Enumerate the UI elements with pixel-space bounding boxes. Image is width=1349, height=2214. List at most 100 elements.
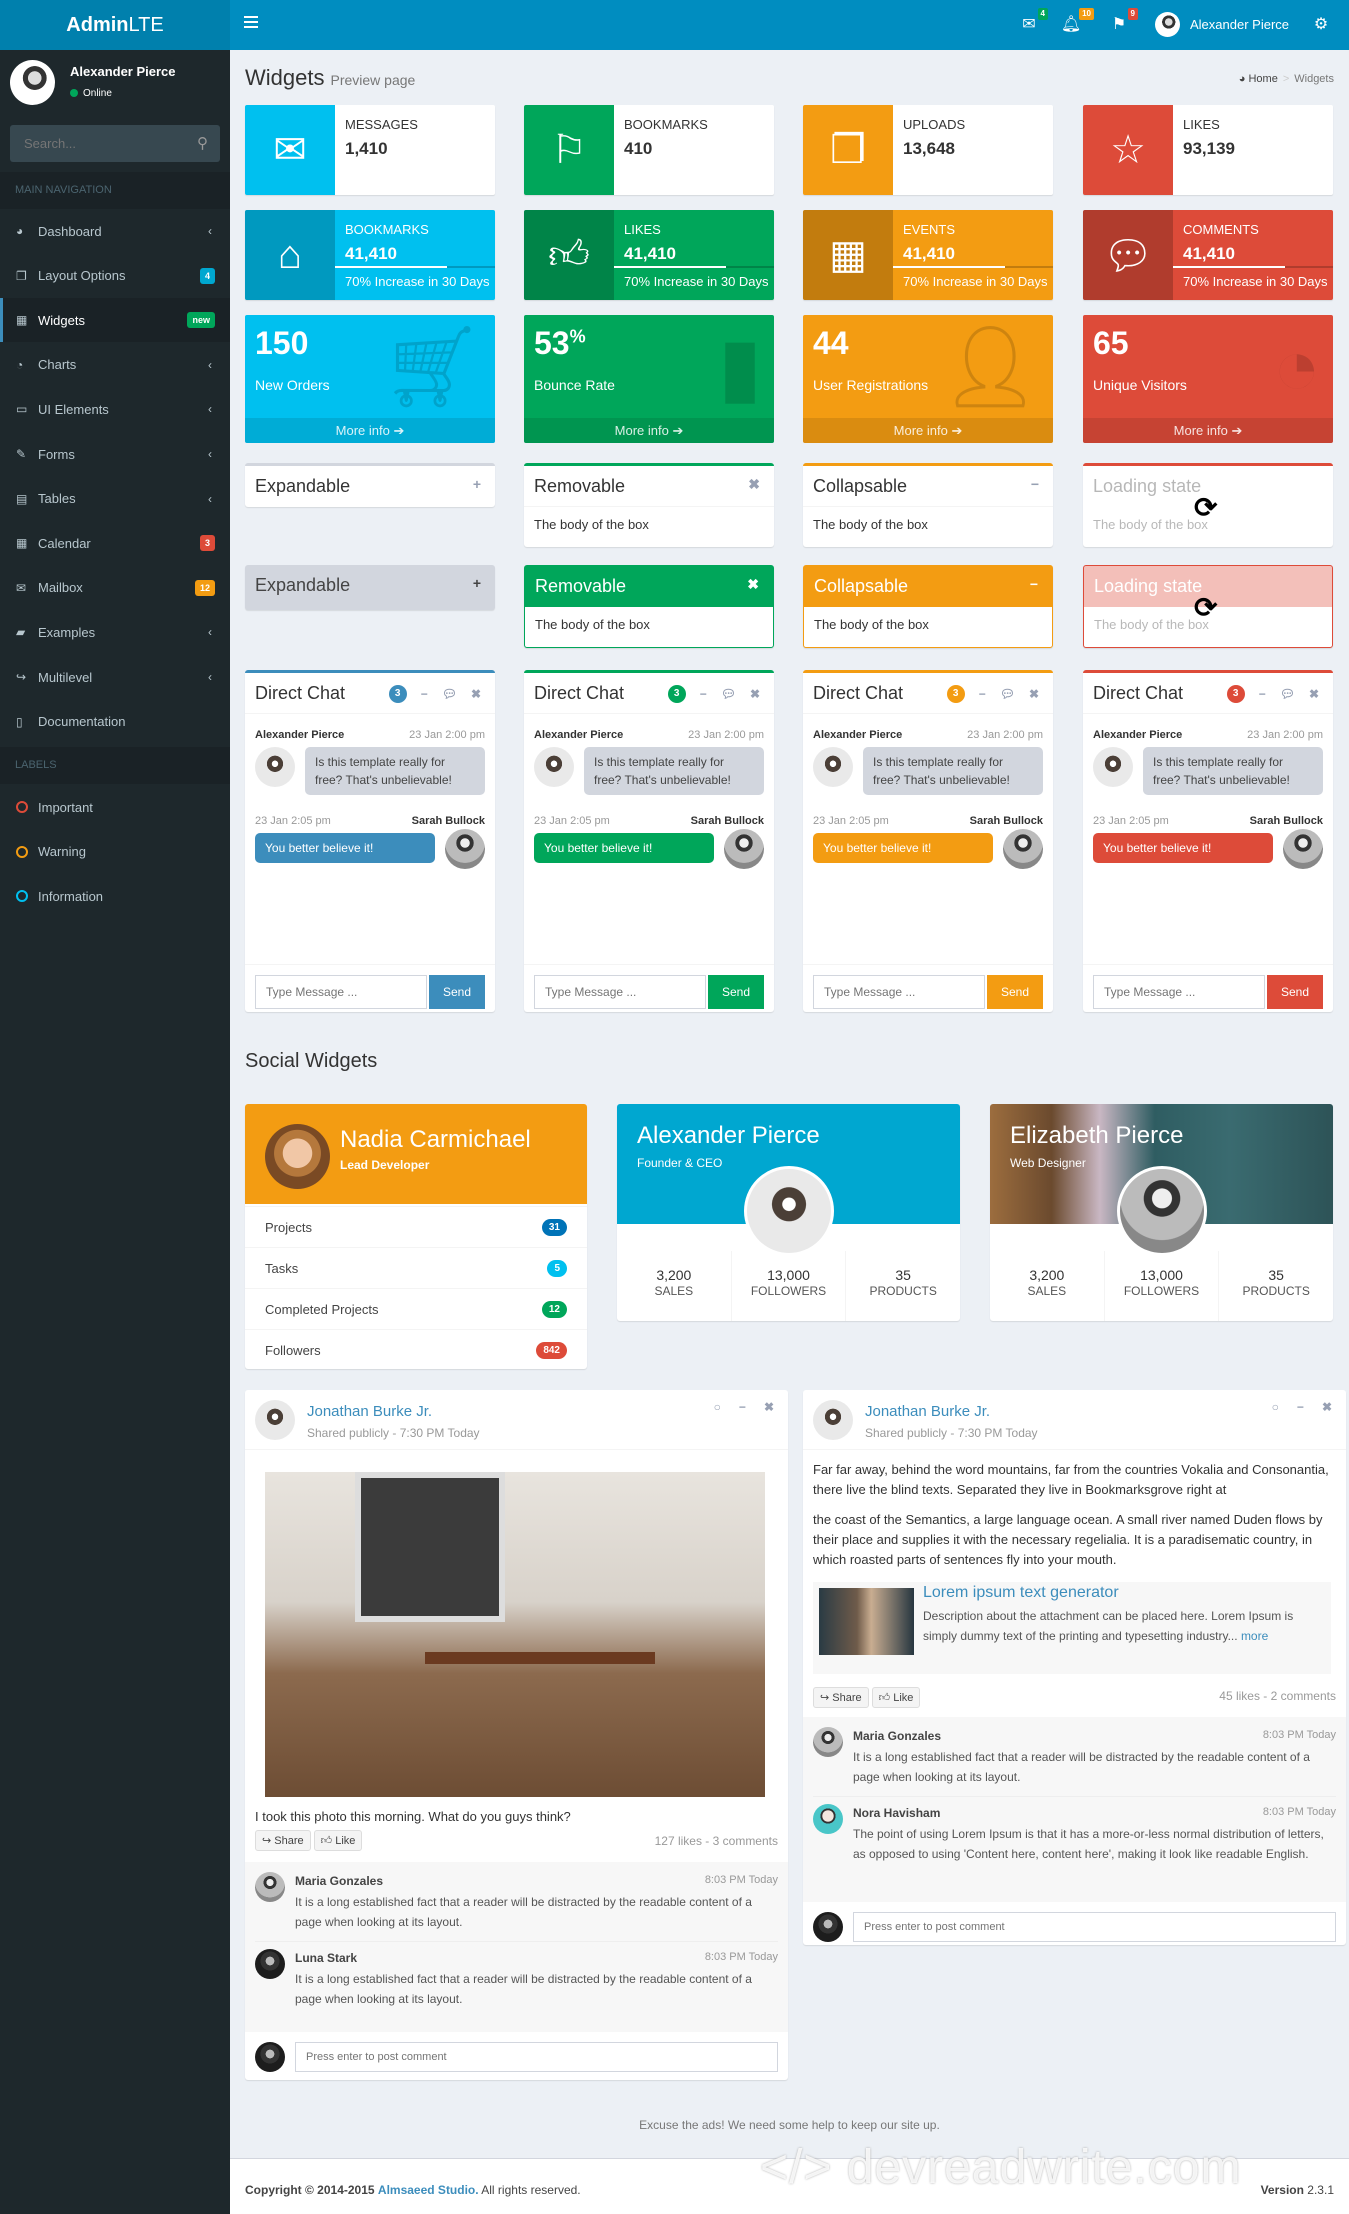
chat-message-right: 23 Jan 2:05 pm Sarah Bullock You better be… [1093,815,1323,869]
sidebar-item-layout-options[interactable]: ❐ Layout Options 4 [0,254,230,298]
sidebar-item-tables[interactable]: ▤ Tables ‹ [0,477,230,521]
user-menu[interactable]: Alexander Pierce [1155,12,1289,37]
mark-read-icon[interactable]: ○ [1272,1400,1279,1414]
comment-input[interactable] [853,1912,1336,1942]
close-icon[interactable]: ✖ [471,687,481,701]
tasks-menu[interactable]: ⚑ 9 [1108,8,1138,34]
plus-icon[interactable]: + [473,575,481,591]
window-shape [355,1472,505,1622]
close-icon[interactable]: ✖ [747,576,759,593]
message-time: 23 Jan 2:00 pm [967,729,1043,741]
mark-read-icon[interactable]: ○ [714,1400,721,1414]
send-button[interactable]: Send [987,975,1043,1009]
stat-label: Followers [265,1342,321,1358]
close-icon[interactable]: ✖ [748,476,760,493]
more-info-link[interactable]: More info ➔ [1083,418,1333,443]
comment-author: Maria Gonzales [295,1874,384,1888]
sidebar-item-charts[interactable]: ◔ Charts ‹ [0,343,230,387]
sidebar-item-multilevel[interactable]: ↪ Multilevel ‹ [0,655,230,699]
sidebar-item-ui-elements[interactable]: ▭ UI Elements ‹ [0,387,230,431]
close-icon[interactable]: ✖ [1029,687,1039,701]
loading-solid-box: Loading state The body of the box ⟳ [1083,565,1333,648]
minus-icon[interactable]: − [979,687,986,701]
avatar [10,60,55,105]
sidebar-item-mailbox[interactable]: ✉ Mailbox 12 [0,566,230,610]
progress-bar [893,266,1053,268]
close-icon[interactable]: ✖ [1309,687,1319,701]
close-icon[interactable]: ✖ [1322,1400,1332,1414]
post-author[interactable]: Jonathan Burke Jr. [865,1403,990,1420]
more-link[interactable]: more [1241,1629,1268,1643]
message-input[interactable] [255,975,427,1009]
sidebar-item-label: Examples [38,624,96,640]
comments-icon[interactable]: 💬︎ [442,687,457,701]
sidebar-toggle-icon[interactable] [244,16,258,28]
minus-icon[interactable]: − [421,687,428,701]
comments-icon[interactable]: 💬︎ [721,687,736,701]
minus-icon[interactable]: − [1030,576,1038,592]
more-info-link[interactable]: More info ➔ [803,418,1053,443]
message-input[interactable] [534,975,706,1009]
minus-icon[interactable]: − [1259,687,1266,701]
calendar-icon: ▦ [16,536,28,551]
chat-title: Direct Chat [1093,683,1184,703]
pie-chart-icon: ◔ [16,357,24,372]
stat-badge: 842 [536,1341,567,1359]
like-button[interactable]: 👍︎ Like [871,1687,921,1708]
comment-input[interactable] [295,2042,778,2072]
avatar [813,747,853,787]
notifications-menu[interactable]: 🔔︎ 10 [1060,8,1094,34]
comments-icon[interactable]: 💬︎ [1000,687,1015,701]
share-button[interactable]: ↪ Share [813,1687,869,1708]
sidebar-item-documentation[interactable]: ▯ Documentation [0,700,230,744]
sidebar-item-label: Charts [38,357,77,373]
sidebar-item-forms[interactable]: ✎ Forms ‹ [0,432,230,476]
message-input[interactable] [1093,975,1265,1009]
more-info-link[interactable]: More info ➔ [524,418,774,443]
search-icon[interactable]: ⚲ [197,134,208,152]
stat-row[interactable]: Followers 842 [245,1329,587,1369]
new-messages-badge: 3 [1226,685,1245,703]
minus-icon[interactable]: − [1031,476,1039,492]
comment-time: 8:03 PM Today [704,1874,778,1886]
messages-menu[interactable]: ✉ 4 [1018,8,1048,34]
send-button[interactable]: Send [1267,975,1323,1009]
sidebar-item-calendar[interactable]: ▦ Calendar 3 [0,521,230,565]
small-box-new-orders: 150 New Orders 🛒︎ More info ➔ [245,315,495,443]
breadcrumb-home[interactable]: Home [1248,73,1277,85]
company-link[interactable]: Almsaeed Studio. [378,2183,479,2197]
share-button[interactable]: ↪ Share [255,1830,311,1851]
logo[interactable]: AdminLTE [0,0,230,50]
small-box-bounce-rate: 53% Bounce Rate ▮ More info ➔ [524,315,774,443]
minus-icon[interactable]: − [739,1400,746,1414]
gears-icon[interactable]: ⚙ [1310,14,1332,34]
stat-badge: 12 [541,1300,567,1318]
sidebar-label-important[interactable]: Important [0,785,230,829]
stat-row[interactable]: Projects 31 [245,1206,587,1247]
message-input[interactable] [813,975,985,1009]
attachment-title[interactable]: Lorem ipsum text generator [923,1584,1119,1602]
comments: Maria Gonzales 8:03 PM Today It is a long … [803,1717,1346,1902]
sidebar-item-dashboard[interactable]: ◕ Dashboard ‹ [0,209,230,253]
sidebar-search-input[interactable] [10,125,180,162]
send-button[interactable]: Send [708,975,764,1009]
comments-icon[interactable]: 💬︎ [1280,687,1295,701]
info-box-value: 13,648 [903,139,955,158]
comment-text: It is a long established fact that a rea… [853,1750,1310,1784]
sidebar-item-widgets[interactable]: ▦ Widgets new [0,298,230,343]
post-author[interactable]: Jonathan Burke Jr. [307,1403,432,1420]
stat-row[interactable]: Tasks 5 [245,1247,587,1288]
close-icon[interactable]: ✖ [750,687,760,701]
send-button[interactable]: Send [429,975,485,1009]
sidebar-label-warning[interactable]: Warning [0,830,230,874]
sidebar-label-information[interactable]: Information [0,874,230,918]
plus-icon[interactable]: + [473,476,481,492]
stat-row[interactable]: Completed Projects 12 [245,1288,587,1329]
like-button[interactable]: 👍︎ Like [313,1830,363,1851]
small-box-value: 53% [534,325,586,361]
close-icon[interactable]: ✖ [764,1400,774,1414]
minus-icon[interactable]: − [700,687,707,701]
minus-icon[interactable]: − [1297,1400,1304,1414]
more-info-link[interactable]: More info ➔ [245,418,495,443]
sidebar-item-examples[interactable]: ▰ Examples ‹ [0,610,230,654]
